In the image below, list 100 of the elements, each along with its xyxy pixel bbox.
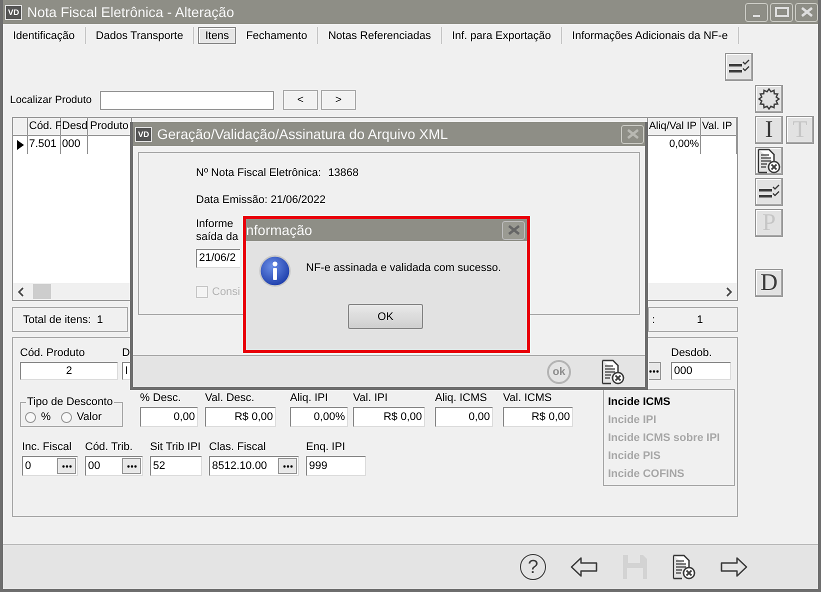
field-label: Val. Desc. (205, 392, 256, 406)
input-field[interactable]: 2 (20, 362, 118, 380)
ellipsis-icon (62, 464, 72, 468)
field-value: 13868 (328, 167, 359, 179)
field-label: % Desc. (140, 392, 182, 406)
help-button[interactable]: ? (520, 554, 546, 580)
app-logo: VD (5, 4, 22, 20)
input-field[interactable]: 0,00 (140, 407, 198, 427)
column-header: Produto (88, 118, 132, 136)
document-cancel-icon (757, 148, 781, 174)
cancel-doc-button[interactable] (601, 358, 625, 384)
column-header: Val. IP (701, 118, 737, 136)
arrow-left-icon (570, 556, 598, 578)
total-value: 1 (696, 314, 703, 326)
forward-button[interactable] (720, 556, 748, 578)
minimize-icon (753, 15, 760, 17)
input-field[interactable]: 0,00 (435, 407, 493, 427)
list-item[interactable]: Incide ICMS (608, 393, 730, 411)
lookup-button[interactable] (649, 362, 661, 380)
input-field[interactable]: R$ 0,00 (503, 407, 573, 427)
tab[interactable]: Inf. para Exportação (446, 27, 562, 44)
toolbar-button[interactable] (755, 147, 783, 175)
back-button[interactable] (570, 556, 598, 578)
dialog-title: nformação (246, 222, 312, 238)
close-icon (508, 225, 520, 235)
input-field[interactable]: 52 (150, 456, 202, 476)
search-field[interactable] (100, 90, 274, 110)
field-label: Clas. Fiscal (209, 441, 267, 455)
field-label: Aliq. IPI (290, 392, 329, 406)
field-label: Inc. Fiscal (22, 441, 73, 455)
tab[interactable]: Itens (198, 27, 236, 44)
lookup-button[interactable] (278, 458, 297, 474)
prompt-text: saída da (196, 231, 238, 244)
document-cancel-icon (601, 358, 625, 384)
field-label: Val. ICMS (503, 392, 553, 406)
chevron-right-icon[interactable] (725, 286, 733, 296)
table-cell: 7.501 (28, 136, 61, 154)
input-field[interactable]: 0,00% (290, 407, 348, 427)
tab[interactable]: Informações Adicionais da NF-e (566, 27, 739, 44)
prompt-text: Informe (196, 218, 234, 231)
info-icon (259, 255, 291, 287)
total-label: Total de itens: (23, 314, 91, 326)
input-field[interactable]: 00 (85, 456, 143, 476)
tab[interactable]: Notas Referenciadas (322, 27, 442, 44)
input-field[interactable]: 8512.10.00 (209, 456, 299, 476)
close-button[interactable] (502, 220, 525, 240)
toolbar-button[interactable] (725, 53, 753, 81)
dialog-title: Geração/Validação/Assinatura do Arquivo XML (157, 126, 448, 142)
input-field[interactable]: R$ 0,00 (205, 407, 276, 427)
tab[interactable]: Identificação (7, 27, 86, 44)
radio-button[interactable] (25, 412, 36, 422)
close-icon (626, 129, 638, 139)
issue-date-text: Data Emissão: 21/06/2022 (196, 194, 326, 206)
input-field[interactable]: 0 (22, 456, 78, 476)
input-field[interactable]: R$ 0,00 (353, 407, 425, 427)
field-label: Aliq. ICMS (435, 392, 488, 406)
radio-label: Valor (76, 411, 102, 423)
column-header: Aliq/Val IP (648, 118, 701, 136)
chevron-left-icon[interactable] (17, 286, 25, 296)
tab[interactable]: Fechamento (240, 27, 318, 44)
field-label: Sit Trib IPI (150, 441, 202, 455)
lookup-button[interactable] (122, 458, 141, 474)
input-field[interactable]: 999 (306, 456, 366, 476)
total-value: 1 (96, 314, 103, 326)
previous-button[interactable]: < (283, 90, 318, 110)
ellipsis-icon (282, 464, 292, 468)
toolbar-button[interactable] (755, 178, 783, 206)
close-icon (800, 7, 812, 17)
lookup-button[interactable] (57, 458, 76, 474)
field-label: Enq. IPI (306, 441, 346, 455)
search-label: Localizar Produto (10, 94, 93, 106)
ok-button[interactable]: OK (348, 304, 423, 329)
table-cell: 000 (61, 136, 88, 154)
maximize-icon (774, 7, 788, 17)
radio-button[interactable] (60, 412, 72, 422)
next-button[interactable]: > (321, 90, 356, 110)
group-label: Tipo de Desconto (26, 396, 114, 408)
field-label: D (122, 347, 131, 361)
checkbox-label: Consi (212, 286, 240, 298)
checklist-icon (758, 184, 780, 200)
app-logo: VD (135, 126, 152, 142)
field-label: Cód. Trib. (85, 441, 134, 455)
field-label: Desdob. (671, 347, 713, 361)
field-label: Val. IPI (353, 392, 389, 406)
date-field[interactable]: 21/06/2 (196, 249, 240, 268)
cancel-doc-button[interactable] (672, 554, 696, 580)
field-label: Cód. Produto (20, 347, 86, 361)
input-field[interactable]: 000 (671, 362, 731, 380)
scrollbar-thumb[interactable] (33, 284, 51, 299)
toolbar-button[interactable]: I (755, 116, 783, 144)
field-label: Nº Nota Fiscal Eletrônica: (196, 167, 322, 179)
starburst-icon (758, 88, 780, 110)
message-text: NF-e assinada e validada com sucesso. (306, 262, 502, 274)
toolbar-button[interactable] (755, 85, 783, 113)
arrow-right-icon (720, 556, 748, 578)
toolbar-button[interactable]: D (755, 269, 783, 297)
column-header: Desd (61, 118, 88, 136)
tab[interactable]: Dados Transporte (90, 27, 194, 44)
checklist-icon (728, 59, 750, 75)
radio-label: % (41, 411, 51, 423)
